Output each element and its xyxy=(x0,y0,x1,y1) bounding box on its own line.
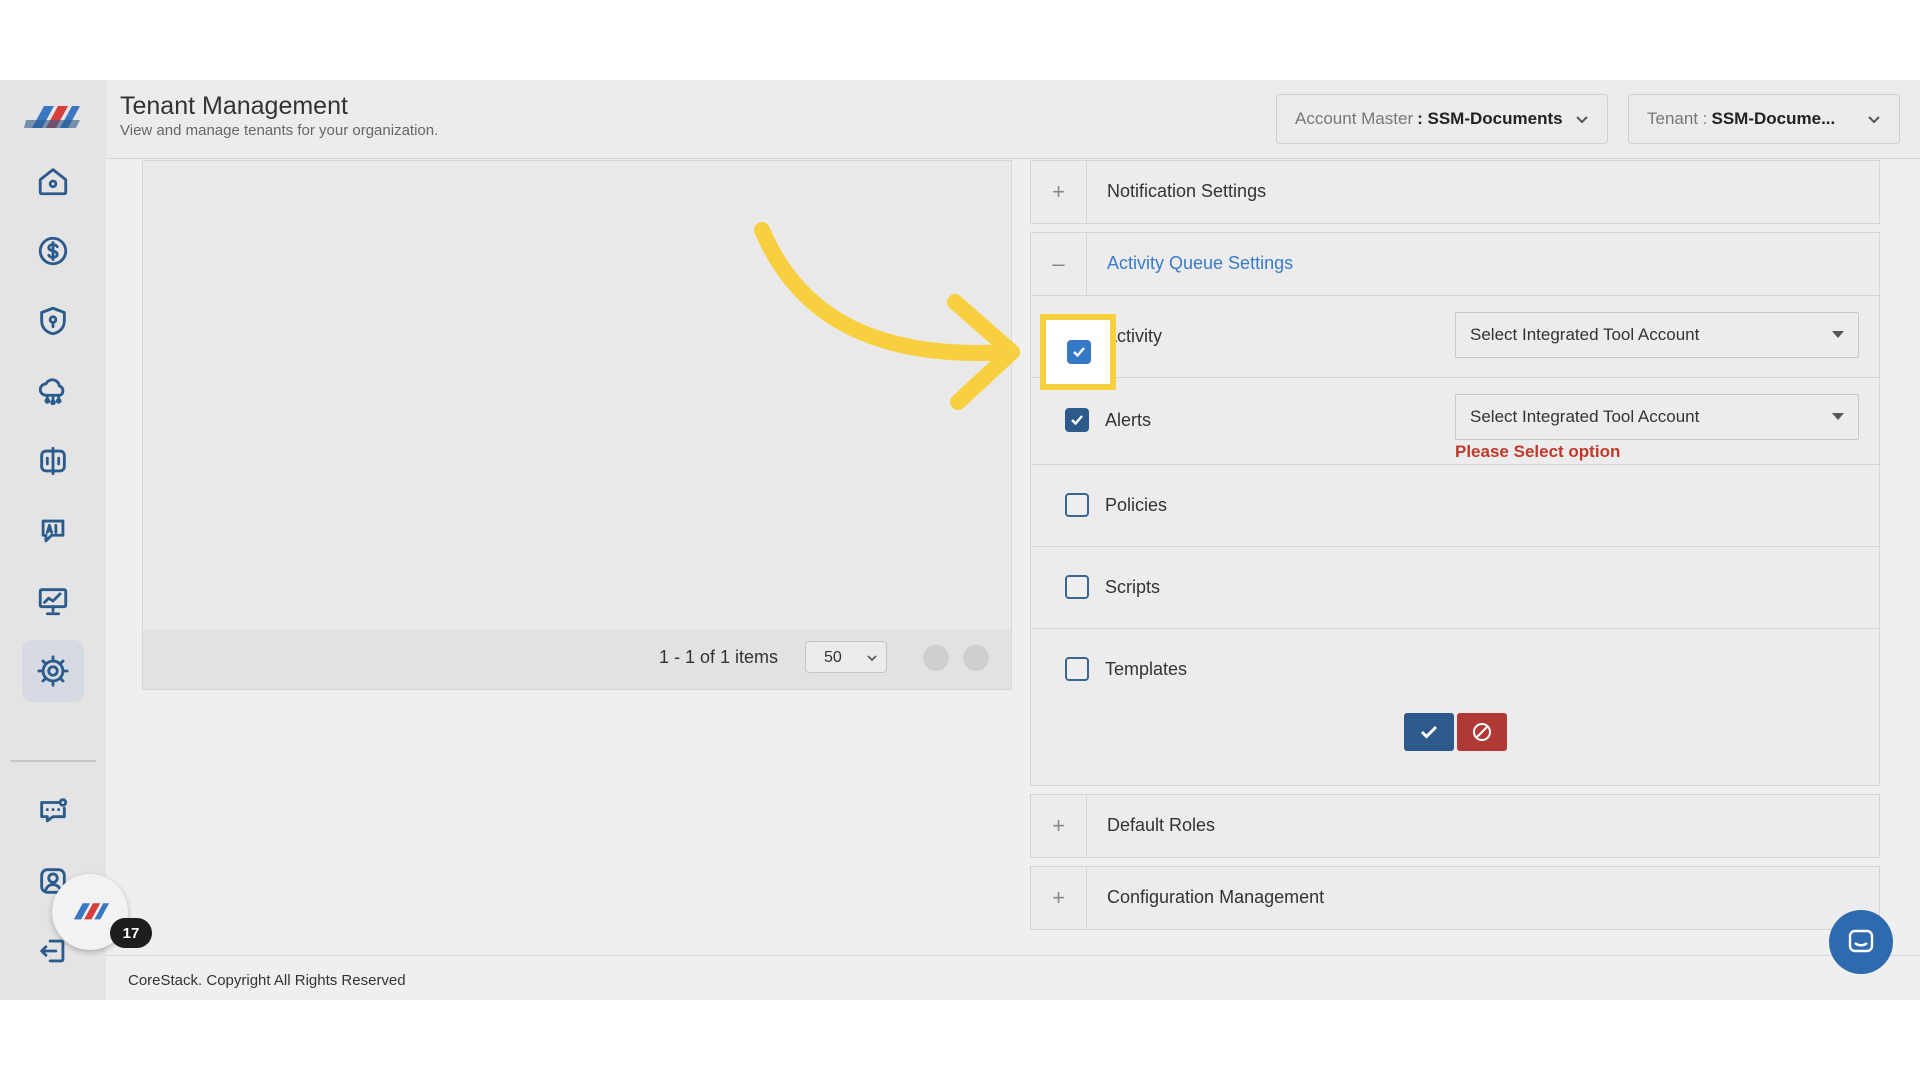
alerts-label: Alerts xyxy=(1105,410,1152,430)
gear-icon xyxy=(37,655,69,687)
account-master-select[interactable]: Account Master : SSM-Documents xyxy=(1276,94,1608,144)
shield-icon xyxy=(40,306,66,336)
queue-row-alerts: Alerts Select Integrated Tool Account Pl… xyxy=(1031,378,1879,465)
chevron-down-icon xyxy=(1868,116,1880,124)
sidebar-item-support[interactable] xyxy=(22,780,84,842)
settings-panel: + Notification Settings – Activity Queue… xyxy=(1030,160,1880,930)
chat-icon xyxy=(1848,929,1874,953)
validation-error: Please Select option xyxy=(1455,442,1621,461)
page-header: Tenant Management View and manage tenant… xyxy=(106,80,1920,159)
chevron-down-icon xyxy=(867,655,877,662)
tutorial-arrow-icon xyxy=(754,222,1020,410)
pager-info: 1 - 1 of 1 items xyxy=(659,647,779,667)
notification-count-badge: 17 xyxy=(110,918,152,948)
sidebar-item-reports[interactable] xyxy=(22,570,84,632)
sidebar-divider xyxy=(10,760,96,762)
scripts-label: Scripts xyxy=(1105,577,1161,597)
accordion-title[interactable]: Activity Queue Settings xyxy=(1107,253,1293,274)
account-master-label: Account Master xyxy=(1295,109,1414,128)
activity-queue-body: Activity Select Integrated Tool Account … xyxy=(1031,295,1879,769)
next-page-button[interactable] xyxy=(963,645,989,671)
policies-label: Policies xyxy=(1105,495,1168,515)
page-subtitle: View and manage tenants for your organiz… xyxy=(120,122,439,139)
activity-checkbox-highlighted[interactable] xyxy=(1067,340,1091,364)
accordion-activity-queue-settings: – Activity Queue Settings Activity Selec… xyxy=(1030,232,1880,786)
alerts-tool-account-select[interactable]: Select Integrated Tool Account xyxy=(1455,394,1859,440)
prev-page-button[interactable] xyxy=(923,645,949,671)
queue-row-policies: Policies xyxy=(1031,465,1879,547)
save-button[interactable] xyxy=(1404,713,1454,751)
policies-checkbox[interactable] xyxy=(1065,493,1089,517)
corestack-logo-icon xyxy=(73,903,110,920)
sidebar-item-ai[interactable] xyxy=(22,500,84,562)
sidebar-item-settings[interactable] xyxy=(22,640,84,702)
chevron-down-icon xyxy=(1576,116,1588,124)
queue-row-scripts: Scripts xyxy=(1031,547,1879,629)
queue-row-templates: Templates xyxy=(1031,629,1879,769)
expand-toggle[interactable]: + xyxy=(1031,795,1087,857)
grid-pager: 1 - 1 of 1 items 50 xyxy=(143,629,1011,689)
dropdown-placeholder: Select Integrated Tool Account xyxy=(1470,325,1700,344)
ai-chat-icon xyxy=(41,519,65,543)
sidebar-item-operations[interactable] xyxy=(22,430,84,492)
scripts-checkbox[interactable] xyxy=(1065,575,1089,599)
account-master-value: : SSM-Documents xyxy=(1417,109,1563,128)
page-title: Tenant Management xyxy=(120,92,348,120)
accordion-configuration-management[interactable]: + Configuration Management xyxy=(1030,866,1880,930)
caret-down-icon xyxy=(1832,413,1844,420)
activity-tool-account-select[interactable]: Select Integrated Tool Account xyxy=(1455,312,1859,358)
sidebar-item-home[interactable] xyxy=(22,150,84,212)
templates-checkbox[interactable] xyxy=(1065,657,1089,681)
page-size-select[interactable]: 50 xyxy=(805,641,887,673)
tenant-value: SSM-Docume... xyxy=(1711,109,1836,128)
page-size-value: 50 xyxy=(824,649,842,666)
accordion-title: Configuration Management xyxy=(1107,887,1325,907)
tenant-select[interactable]: Tenant : SSM-Docume... xyxy=(1628,94,1900,144)
tenant-label: Tenant : xyxy=(1647,109,1708,128)
chat-bubble-icon xyxy=(40,798,68,823)
sidebar-item-cloud[interactable] xyxy=(22,360,84,422)
accordion-default-roles[interactable]: + Default Roles xyxy=(1030,794,1880,858)
corestack-logo[interactable] xyxy=(24,98,84,138)
dropdown-placeholder: Select Integrated Tool Account xyxy=(1470,407,1700,426)
templates-label: Templates xyxy=(1105,659,1188,679)
caret-down-icon xyxy=(1832,331,1844,338)
sidebar-item-cost[interactable] xyxy=(22,220,84,282)
queue-row-activity: Activity Select Integrated Tool Account xyxy=(1031,296,1879,378)
check-icon xyxy=(1420,725,1438,739)
ban-icon xyxy=(1473,723,1491,741)
copyright-text: CoreStack. Copyright All Rights Reserved xyxy=(128,972,406,989)
sidebar: 17 xyxy=(0,80,152,1000)
accordion-title: Default Roles xyxy=(1107,815,1216,835)
page-footer: CoreStack. Copyright All Rights Reserved xyxy=(106,955,1920,1000)
split-panel-icon xyxy=(40,446,66,476)
dollar-icon xyxy=(38,236,68,266)
accordion-notification-settings[interactable]: + Notification Settings xyxy=(1030,160,1880,224)
sidebar-item-security[interactable] xyxy=(22,290,84,352)
cancel-button[interactable] xyxy=(1457,713,1507,751)
expand-toggle[interactable]: + xyxy=(1031,867,1087,929)
home-icon xyxy=(38,168,68,196)
accordion-title: Notification Settings xyxy=(1107,181,1267,201)
chat-launcher-button[interactable] xyxy=(1829,910,1893,974)
cloud-network-icon xyxy=(38,378,65,406)
presentation-chart-icon xyxy=(38,588,68,616)
